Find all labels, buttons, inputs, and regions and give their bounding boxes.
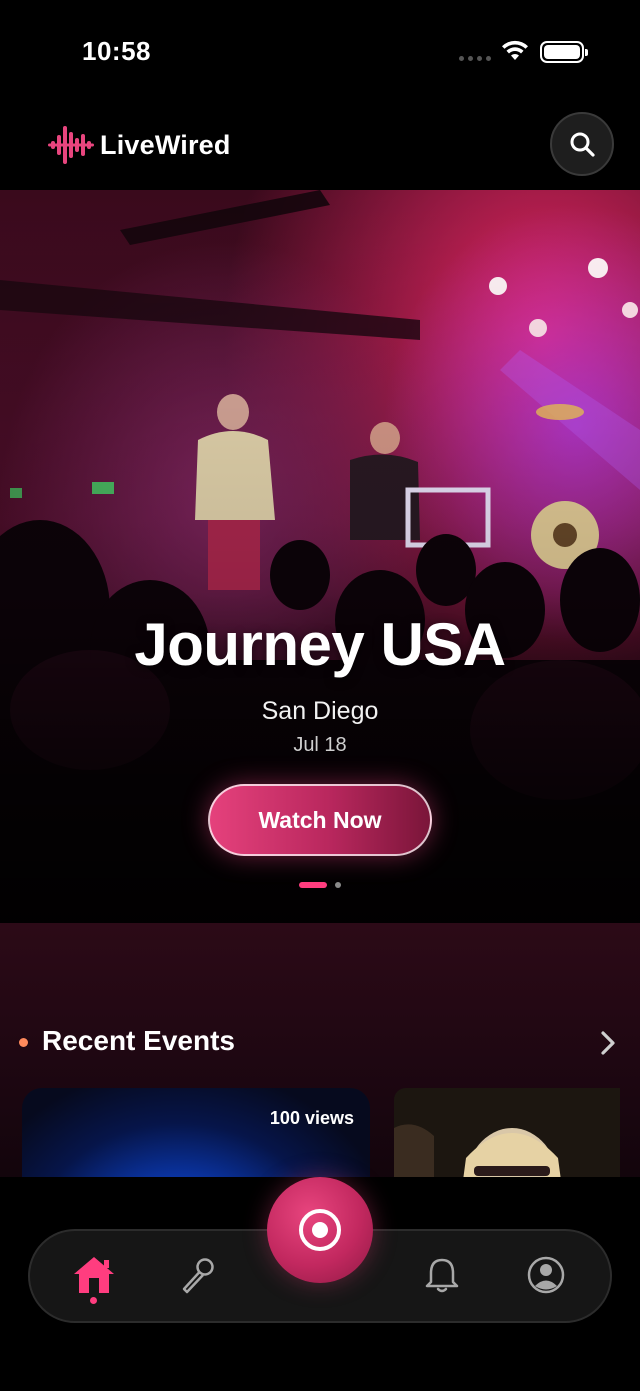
event-title: Journey USA bbox=[134, 611, 506, 678]
battery-icon bbox=[540, 41, 588, 63]
cellular-signal-icon bbox=[459, 56, 491, 61]
bottom-navigation bbox=[0, 1177, 640, 1391]
section-bullet-icon bbox=[19, 1038, 28, 1047]
sound-wave-logo-icon bbox=[48, 126, 94, 164]
tab-home[interactable] bbox=[68, 1249, 120, 1301]
tab-microphone[interactable] bbox=[172, 1249, 224, 1301]
chevron-right-icon[interactable] bbox=[598, 1029, 618, 1057]
section-title: Recent Events bbox=[42, 1025, 235, 1056]
hero-carousel-pager[interactable] bbox=[0, 882, 640, 888]
status-time: 10:58 bbox=[82, 36, 151, 66]
event-city: San Diego bbox=[261, 697, 379, 725]
event-date: Jul 18 bbox=[293, 734, 347, 756]
watch-now-button[interactable]: Watch Now bbox=[208, 784, 432, 856]
go-live-button[interactable] bbox=[267, 1177, 373, 1283]
tab-notifications[interactable] bbox=[416, 1249, 468, 1301]
status-bar: 10:58 bbox=[0, 0, 640, 100]
view-count: 100 views bbox=[269, 1108, 354, 1128]
home-icon bbox=[74, 1257, 114, 1293]
bell-icon bbox=[425, 1258, 459, 1293]
profile-icon bbox=[527, 1256, 565, 1294]
featured-event-hero[interactable]: Journey USA San Diego Jul 18 Watch Now bbox=[0, 190, 640, 923]
live-record-icon bbox=[299, 1209, 341, 1251]
microphone-icon bbox=[182, 1258, 214, 1294]
app-header: LiveWired bbox=[0, 100, 640, 190]
section-header: Recent Events bbox=[0, 1023, 640, 1063]
active-tab-indicator bbox=[90, 1297, 97, 1304]
hero-info: Journey USA San Diego Jul 18 bbox=[0, 610, 640, 757]
pager-dot-active[interactable] bbox=[299, 882, 327, 888]
app-logo: LiveWired bbox=[48, 122, 231, 168]
search-icon bbox=[570, 132, 595, 157]
app-name: LiveWired bbox=[100, 129, 231, 160]
app-screen: 10:58 LiveWired Journey USA San Diego Ju… bbox=[0, 0, 640, 1391]
search-button[interactable] bbox=[550, 112, 614, 176]
wifi-icon bbox=[502, 40, 528, 60]
tab-profile[interactable] bbox=[520, 1249, 572, 1301]
pager-dot[interactable] bbox=[335, 882, 341, 888]
